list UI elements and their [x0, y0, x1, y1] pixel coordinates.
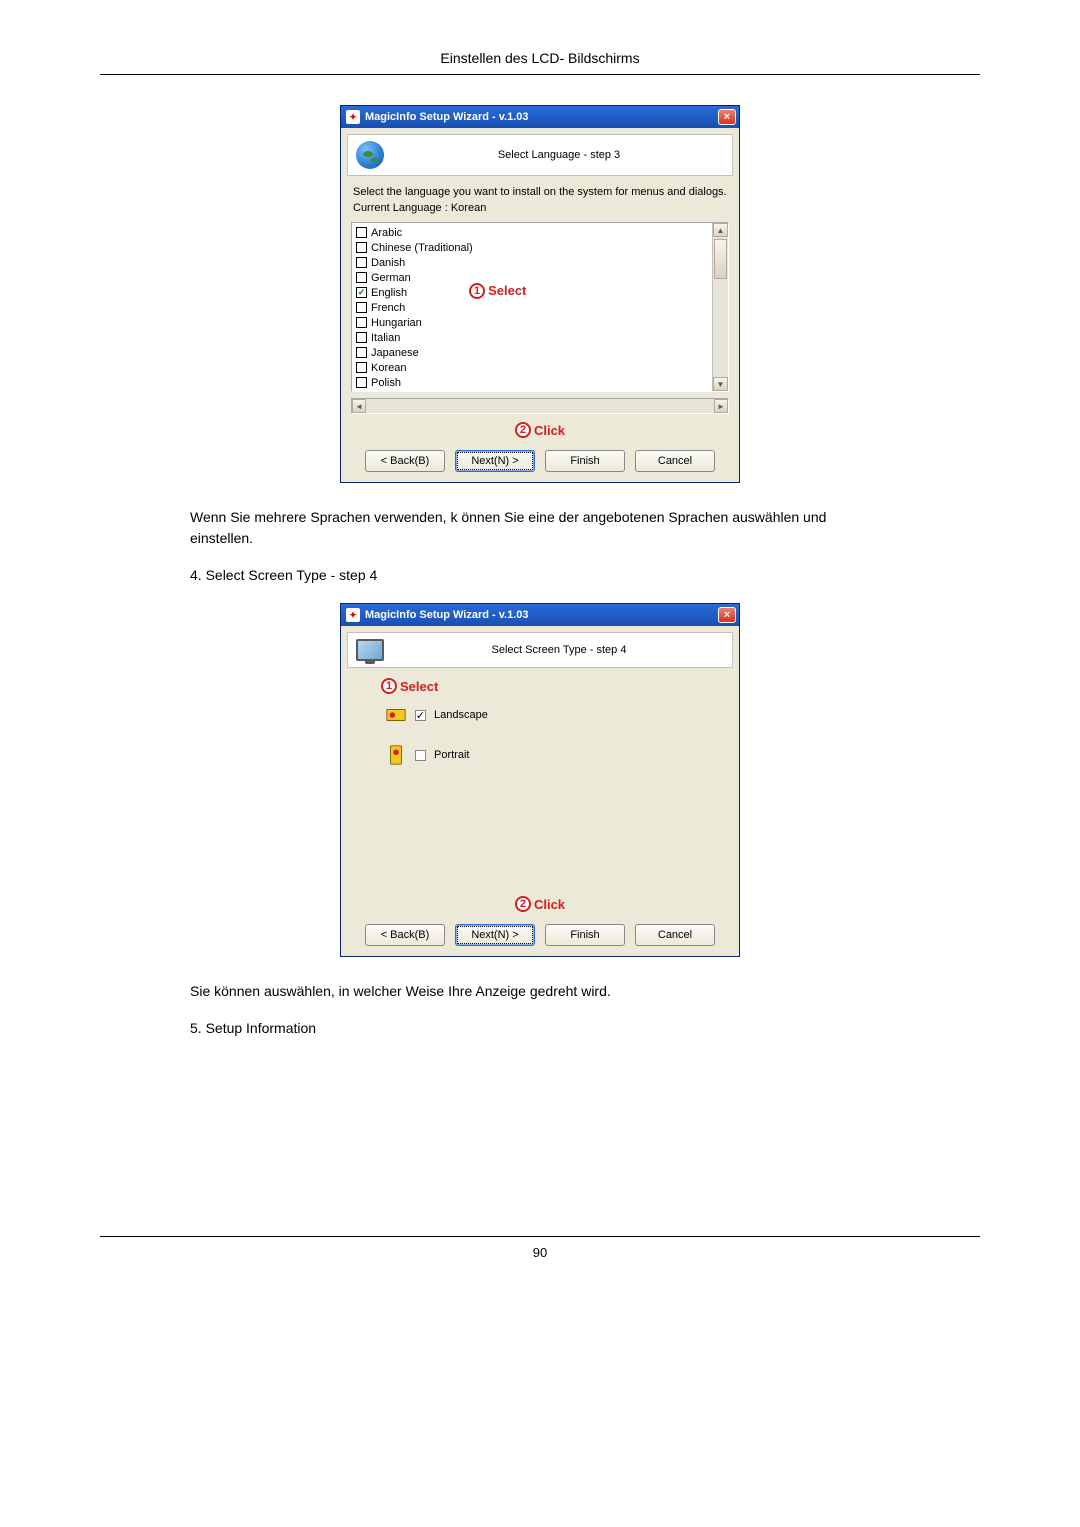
cancel-button[interactable]: Cancel: [635, 450, 715, 472]
callout-number-icon: 1: [469, 283, 485, 299]
checkbox-icon[interactable]: [356, 257, 367, 268]
list-item[interactable]: English 1Select: [356, 285, 708, 300]
checkbox-icon[interactable]: [356, 227, 367, 238]
language-label: Danish: [371, 257, 405, 269]
list-item[interactable]: Italian: [356, 330, 708, 345]
callout-number-icon: 1: [381, 678, 397, 694]
finish-button[interactable]: Finish: [545, 450, 625, 472]
list-item[interactable]: German: [356, 270, 708, 285]
body-paragraph: Sie können auswählen, in welcher Weise I…: [190, 981, 890, 1002]
close-icon[interactable]: ×: [718, 109, 736, 125]
checkbox-icon[interactable]: [356, 377, 367, 388]
language-label: English: [371, 287, 407, 299]
list-item[interactable]: Hungarian: [356, 315, 708, 330]
finish-button[interactable]: Finish: [545, 924, 625, 946]
language-label: Hungarian: [371, 317, 422, 329]
next-button[interactable]: Next(N) >: [455, 450, 535, 472]
callout-click: 2Click: [341, 894, 739, 918]
option-label: Landscape: [434, 709, 488, 721]
checkbox-icon[interactable]: [356, 362, 367, 373]
language-label: Polish: [371, 377, 401, 389]
checkbox-icon[interactable]: [356, 272, 367, 283]
scroll-right-icon[interactable]: ►: [714, 399, 728, 413]
list-item[interactable]: Korean: [356, 360, 708, 375]
globe-icon: [356, 141, 384, 169]
step-heading: 5. Setup Information: [190, 1020, 980, 1036]
step-banner: Select Screen Type - step 4: [347, 632, 733, 668]
checkbox-icon[interactable]: [356, 302, 367, 313]
titlebar: ✦ MagicInfo Setup Wizard - v.1.03 ×: [341, 604, 739, 626]
option-landscape[interactable]: ✓ Landscape: [385, 696, 727, 736]
current-language: Current Language : Korean: [341, 200, 739, 220]
language-listbox[interactable]: Arabic Chinese (Traditional) Danish Germ…: [351, 222, 729, 392]
checkbox-icon[interactable]: [356, 287, 367, 298]
scroll-left-icon[interactable]: ◄: [352, 399, 366, 413]
wizard-dialog-step4: ✦ MagicInfo Setup Wizard - v.1.03 × Sele…: [340, 603, 740, 957]
monitor-icon: [356, 639, 384, 661]
option-label: Portrait: [434, 749, 469, 761]
wizard-dialog-step3: ✦ MagicInfo Setup Wizard - v.1.03 × Sele…: [340, 105, 740, 483]
language-label: Chinese (Traditional): [371, 242, 473, 254]
body-paragraph: Wenn Sie mehrere Sprachen verwenden, k ö…: [190, 507, 890, 549]
portrait-icon: [385, 744, 407, 766]
landscape-icon: [385, 704, 407, 726]
language-label: Italian: [371, 332, 400, 344]
checkbox-icon[interactable]: [356, 242, 367, 253]
step-description: Select the language you want to install …: [341, 182, 739, 200]
vertical-scrollbar[interactable]: ▲ ▼: [712, 223, 728, 391]
close-icon[interactable]: ×: [718, 607, 736, 623]
back-button[interactable]: < Back(B): [365, 924, 445, 946]
window-title: MagicInfo Setup Wizard - v.1.03: [365, 609, 529, 621]
page-number: 90: [100, 1236, 980, 1260]
step-title: Select Language - step 3: [394, 149, 724, 161]
checkbox-icon[interactable]: ✓: [415, 710, 426, 721]
list-item[interactable]: Chinese (Traditional): [356, 240, 708, 255]
window-title: MagicInfo Setup Wizard - v.1.03: [365, 111, 529, 123]
checkbox-icon[interactable]: [415, 750, 426, 761]
step-heading: 4. Select Screen Type - step 4: [190, 567, 980, 583]
callout-select: 1Select: [469, 283, 526, 299]
scroll-up-icon[interactable]: ▲: [713, 223, 728, 237]
language-label: Arabic: [371, 227, 402, 239]
checkbox-icon[interactable]: [356, 317, 367, 328]
list-item[interactable]: Arabic: [356, 225, 708, 240]
cancel-button[interactable]: Cancel: [635, 924, 715, 946]
language-label: Korean: [371, 362, 406, 374]
list-item[interactable]: Danish: [356, 255, 708, 270]
callout-number-icon: 2: [515, 422, 531, 438]
step-title: Select Screen Type - step 4: [394, 644, 724, 656]
callout-select: 1Select: [381, 678, 438, 694]
checkbox-icon[interactable]: [356, 332, 367, 343]
option-portrait[interactable]: Portrait: [385, 736, 727, 776]
step-banner: Select Language - step 3: [347, 134, 733, 176]
language-label: German: [371, 272, 411, 284]
scroll-thumb[interactable]: [714, 239, 727, 279]
callout-click: 2Click: [341, 420, 739, 444]
language-label: French: [371, 302, 405, 314]
app-icon: ✦: [346, 608, 360, 622]
titlebar: ✦ MagicInfo Setup Wizard - v.1.03 ×: [341, 106, 739, 128]
callout-number-icon: 2: [515, 896, 531, 912]
next-button[interactable]: Next(N) >: [455, 924, 535, 946]
list-item[interactable]: Japanese: [356, 345, 708, 360]
app-icon: ✦: [346, 110, 360, 124]
horizontal-scrollbar[interactable]: ◄ ►: [351, 398, 729, 414]
checkbox-icon[interactable]: [356, 347, 367, 358]
back-button[interactable]: < Back(B): [365, 450, 445, 472]
list-item[interactable]: Polish: [356, 375, 708, 390]
scroll-down-icon[interactable]: ▼: [713, 377, 728, 391]
page-header: Einstellen des LCD- Bildschirms: [100, 50, 980, 75]
list-item[interactable]: French: [356, 300, 708, 315]
language-label: Japanese: [371, 347, 419, 359]
